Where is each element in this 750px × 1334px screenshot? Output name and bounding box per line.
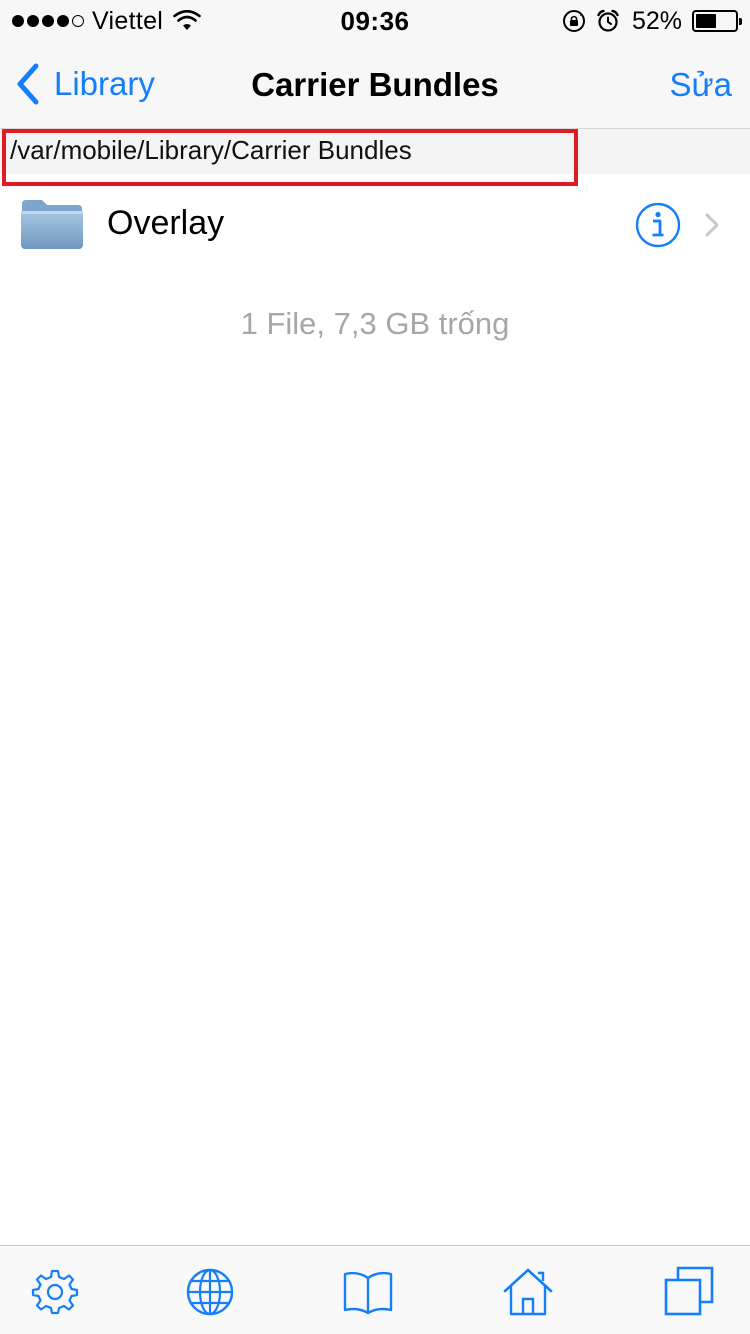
globe-icon [186, 1268, 234, 1316]
home-icon [503, 1268, 553, 1316]
file-name: Overlay [107, 204, 225, 242]
battery-level [696, 14, 716, 28]
storage-summary: 1 File, 7,3 GB trống [240, 306, 510, 341]
settings-icon [31, 1269, 79, 1315]
orientation-lock-icon [562, 10, 585, 32]
settings-button[interactable] [29, 1266, 81, 1318]
chevron-right-icon [705, 213, 719, 237]
list-item[interactable]: Overlay [0, 174, 750, 278]
navigation-bar: Library Carrier Bundles Sửa [0, 40, 750, 128]
edit-button[interactable]: Sửa [670, 66, 732, 104]
windows-icon [664, 1266, 714, 1316]
status-right: 52% [562, 6, 742, 35]
battery-percent: 52% [631, 6, 682, 35]
bottom-toolbar [0, 1245, 750, 1334]
battery-icon [692, 10, 742, 32]
folder-icon [21, 200, 83, 249]
book-icon [343, 1271, 393, 1315]
info-icon[interactable] [635, 202, 681, 248]
bookmarks-button[interactable] [342, 1266, 394, 1318]
status-bar: Viettel 09:36 52% [0, 0, 750, 40]
current-path: /var/mobile/Library/Carrier Bundles [10, 135, 412, 165]
alarm-icon [597, 9, 619, 32]
browser-button[interactable] [184, 1266, 236, 1318]
path-bar: /var/mobile/Library/Carrier Bundles [0, 128, 750, 174]
home-button[interactable] [502, 1266, 554, 1318]
page-title: Carrier Bundles [251, 66, 499, 103]
windows-button[interactable] [664, 1266, 716, 1318]
